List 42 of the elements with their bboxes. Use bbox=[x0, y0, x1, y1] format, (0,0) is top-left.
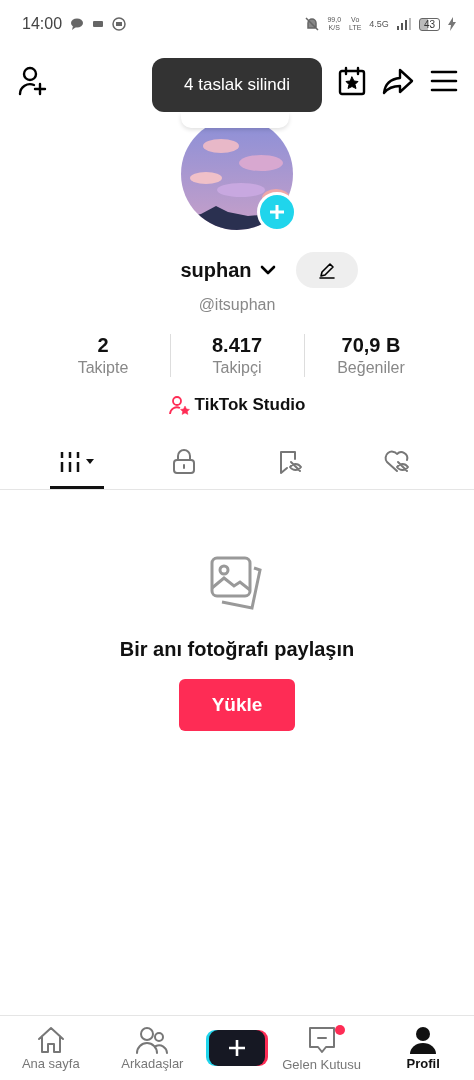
lock-icon bbox=[171, 448, 196, 475]
bookmark-hidden-icon bbox=[277, 448, 304, 475]
inbox-icon bbox=[306, 1024, 337, 1055]
download-icon bbox=[112, 17, 127, 31]
home-icon bbox=[35, 1025, 66, 1054]
plus-icon bbox=[228, 1039, 246, 1057]
toast: 4 taslak silindi bbox=[152, 58, 322, 112]
network-type: 4.5G bbox=[369, 19, 389, 29]
share-icon[interactable] bbox=[382, 67, 414, 95]
menu-icon[interactable] bbox=[430, 70, 458, 92]
heart-hidden-icon bbox=[382, 448, 411, 475]
grid-icon bbox=[58, 450, 97, 473]
muted-bell-icon bbox=[305, 17, 320, 31]
chat-icon bbox=[70, 18, 85, 30]
stat-value: 8.417 bbox=[211, 334, 263, 357]
message-icon bbox=[92, 19, 105, 29]
stat-label: Takipte bbox=[77, 359, 129, 377]
nav-item[interactable]: Gelen Kutusu bbox=[276, 1024, 367, 1072]
nav-item[interactable]: Arkadaşlar bbox=[107, 1025, 198, 1071]
signal-icon bbox=[396, 18, 411, 30]
stat-value: 2 bbox=[97, 334, 109, 357]
profile-icon bbox=[409, 1025, 438, 1054]
create-button[interactable] bbox=[209, 1030, 265, 1066]
empty-message: Bir anı fotoğrafı paylaşın bbox=[119, 638, 355, 661]
user-star-icon bbox=[168, 395, 191, 415]
status-time: 14:00 bbox=[22, 15, 63, 33]
stat-label: Beğeniler bbox=[337, 359, 405, 377]
stat-label: Takipçi bbox=[212, 359, 262, 377]
friends-icon bbox=[136, 1025, 169, 1054]
chevron-down-icon[interactable] bbox=[259, 265, 276, 275]
user-handle: @itsuphan bbox=[198, 296, 276, 314]
nav-item[interactable]: Profil bbox=[378, 1025, 469, 1071]
username: suphan bbox=[180, 258, 252, 282]
nav-item[interactable]: Ana sayfa bbox=[5, 1025, 96, 1071]
pencil-icon bbox=[317, 261, 336, 279]
plus-icon bbox=[269, 204, 285, 220]
edit-profile-button[interactable] bbox=[295, 252, 358, 288]
charging-icon bbox=[448, 17, 456, 31]
battery-level: 43 bbox=[418, 17, 440, 31]
studio-link[interactable]: TikTok Studio bbox=[168, 395, 306, 415]
upload-button[interactable]: Yükle bbox=[179, 679, 295, 731]
stat-value: 70,9 B bbox=[341, 334, 401, 357]
